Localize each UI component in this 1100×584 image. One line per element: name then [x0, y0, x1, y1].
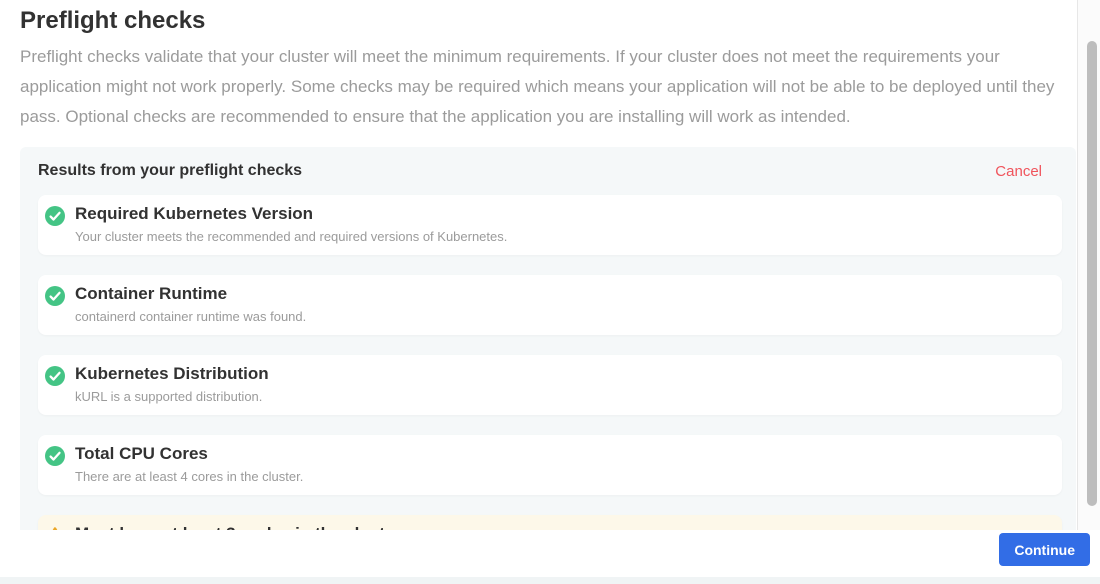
check-message: Your cluster meets the recommended and r…: [75, 229, 1046, 244]
panel-heading: Results from your preflight checks: [38, 162, 302, 180]
preflight-results-panel: Results from your preflight checks Cance…: [20, 147, 1076, 584]
check-circle-icon: [45, 286, 65, 306]
check-title: Container Runtime: [75, 284, 1046, 304]
check-title: Total CPU Cores: [75, 444, 1046, 464]
check-title: Kubernetes Distribution: [75, 364, 1046, 384]
preflight-checks-page: Preflight checks Preflight checks valida…: [0, 0, 1100, 584]
check-texts: Kubernetes Distribution kURL is a suppor…: [75, 364, 1046, 404]
page-description: Preflight checks validate that your clus…: [20, 42, 1072, 132]
check-message: There are at least 4 cores in the cluste…: [75, 469, 1046, 484]
page-title: Preflight checks: [20, 8, 1057, 34]
check-card-kubernetes-distribution: Kubernetes Distribution kURL is a suppor…: [38, 355, 1062, 415]
panel-header: Results from your preflight checks Cance…: [38, 162, 1042, 180]
check-card-required-kubernetes-version: Required Kubernetes Version Your cluster…: [38, 195, 1062, 255]
scrollbar-track[interactable]: [1077, 0, 1100, 530]
check-card-container-runtime: Container Runtime containerd container r…: [38, 275, 1062, 335]
check-texts: Total CPU Cores There are at least 4 cor…: [75, 444, 1046, 484]
check-circle-icon: [45, 206, 65, 226]
check-texts: Container Runtime containerd container r…: [75, 284, 1046, 324]
scroll-area: Preflight checks Preflight checks valida…: [0, 0, 1077, 584]
cancel-link[interactable]: Cancel: [995, 163, 1042, 180]
check-message: containerd container runtime was found.: [75, 309, 1046, 324]
check-circle-icon: [45, 446, 65, 466]
check-circle-icon: [45, 366, 65, 386]
check-title: Required Kubernetes Version: [75, 204, 1046, 224]
continue-button[interactable]: Continue: [999, 533, 1090, 566]
footer-bar: Continue: [0, 530, 1100, 577]
scrollbar-thumb[interactable]: [1087, 41, 1097, 506]
bottom-strip: [0, 577, 1100, 584]
check-message: kURL is a supported distribution.: [75, 389, 1046, 404]
check-texts: Required Kubernetes Version Your cluster…: [75, 204, 1046, 244]
check-card-total-cpu-cores: Total CPU Cores There are at least 4 cor…: [38, 435, 1062, 495]
